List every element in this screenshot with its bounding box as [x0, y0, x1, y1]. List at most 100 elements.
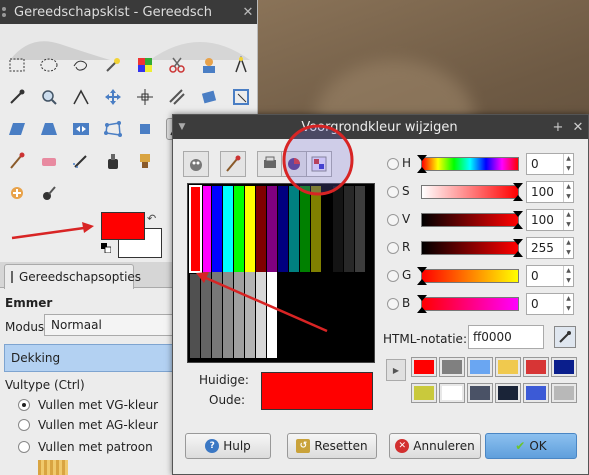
- smudge-icon[interactable]: [38, 182, 60, 204]
- flip-icon[interactable]: [70, 118, 92, 140]
- zoom-icon[interactable]: [38, 86, 60, 108]
- eyedropper-icon[interactable]: [554, 326, 576, 348]
- fill-fg-radio[interactable]: Vullen met VG-kleur: [18, 398, 158, 412]
- free-select-icon[interactable]: [70, 54, 92, 76]
- channel-h-radio[interactable]: [387, 158, 399, 170]
- history-swatch[interactable]: [495, 357, 521, 377]
- channel-r-radio[interactable]: [387, 242, 399, 254]
- history-swatch[interactable]: [411, 357, 437, 377]
- spin-arrows-icon[interactable]: ▲ ▼: [563, 182, 573, 202]
- airbrush-icon[interactable]: [70, 150, 92, 172]
- cage-icon[interactable]: [102, 118, 124, 140]
- cancel-button[interactable]: ✕ Annuleren: [389, 433, 481, 459]
- paths-icon[interactable]: [230, 54, 252, 76]
- gimp-selector-icon[interactable]: [183, 151, 209, 177]
- clone-icon[interactable]: [134, 150, 156, 172]
- add-to-history-icon[interactable]: ▶: [386, 359, 406, 381]
- ellipse-select-icon[interactable]: [38, 54, 60, 76]
- palette-swatch[interactable]: [212, 272, 223, 358]
- fill-pattern-radio[interactable]: Vullen met patroon: [18, 440, 153, 454]
- palette-swatch[interactable]: [267, 272, 278, 358]
- scissors-icon[interactable]: [166, 54, 188, 76]
- palette-swatch[interactable]: [256, 186, 267, 272]
- spin-arrows-icon[interactable]: ▲ ▼: [563, 238, 573, 258]
- palette-swatch[interactable]: [234, 272, 245, 358]
- close-icon[interactable]: ✕: [568, 120, 588, 135]
- palette-selector-icon[interactable]: [306, 151, 332, 177]
- history-swatch[interactable]: [551, 357, 577, 377]
- palette-swatch[interactable]: [201, 186, 212, 272]
- history-swatch[interactable]: [467, 383, 493, 403]
- palette-swatch[interactable]: [201, 272, 212, 358]
- pattern-preview[interactable]: [38, 460, 68, 475]
- crop-icon[interactable]: [166, 86, 188, 108]
- tab-tool-options[interactable]: Gereedschapsopties: [4, 264, 141, 289]
- ok-button[interactable]: ✔ OK: [485, 433, 577, 459]
- channel-s-spin[interactable]: 100 ▲ ▼: [526, 181, 574, 203]
- channel-h-spin[interactable]: 0 ▲ ▼: [526, 153, 574, 175]
- history-swatch[interactable]: [523, 357, 549, 377]
- old-color-swatch[interactable]: [262, 391, 372, 409]
- cmyk-selector-icon[interactable]: [257, 151, 283, 177]
- channel-v-slider[interactable]: [421, 211, 523, 229]
- spin-arrows-icon[interactable]: ▲ ▼: [563, 266, 573, 286]
- channel-g-slider[interactable]: [417, 267, 519, 285]
- grip-icon[interactable]: [2, 7, 8, 17]
- pin-icon[interactable]: +: [548, 120, 568, 135]
- history-swatch[interactable]: [523, 383, 549, 403]
- heal-icon[interactable]: [6, 182, 28, 204]
- channel-v-radio[interactable]: [387, 214, 399, 226]
- perspective-icon[interactable]: [38, 118, 60, 140]
- channel-h-slider[interactable]: [417, 155, 519, 173]
- unified-transform-icon[interactable]: [134, 118, 156, 140]
- shear-icon[interactable]: [6, 118, 28, 140]
- channel-b-slider[interactable]: [417, 295, 519, 313]
- window-menu-icon[interactable]: ▼: [173, 122, 191, 132]
- channel-b-radio[interactable]: [387, 298, 399, 310]
- history-swatch[interactable]: [467, 357, 493, 377]
- palette-swatch[interactable]: [289, 186, 300, 272]
- scale-icon[interactable]: [230, 86, 252, 108]
- default-colors-icon[interactable]: [101, 242, 112, 254]
- spin-arrows-icon[interactable]: ▲ ▼: [563, 294, 573, 314]
- channel-r-spin[interactable]: 255 ▲ ▼: [526, 237, 574, 259]
- rotate-icon[interactable]: [198, 86, 220, 108]
- swap-colors-icon[interactable]: ↶: [147, 212, 156, 225]
- channel-v-spin[interactable]: 100 ▲ ▼: [526, 209, 574, 231]
- palette-swatch[interactable]: [234, 186, 245, 272]
- color-picker-icon[interactable]: [6, 86, 28, 108]
- channel-g-spin[interactable]: 0 ▲ ▼: [526, 265, 574, 287]
- spin-arrows-icon[interactable]: ▲ ▼: [563, 210, 573, 230]
- palette-swatch[interactable]: [223, 272, 234, 358]
- history-swatch[interactable]: [439, 357, 465, 377]
- palette-swatch[interactable]: [267, 186, 278, 272]
- history-swatch[interactable]: [551, 383, 577, 403]
- history-swatch[interactable]: [439, 383, 465, 403]
- ink-icon[interactable]: [102, 150, 124, 172]
- help-button[interactable]: ? Hulp: [185, 433, 271, 459]
- watercolor-selector-icon[interactable]: [220, 151, 246, 177]
- channel-b-spin[interactable]: 0 ▲ ▼: [526, 293, 574, 315]
- spin-arrows-icon[interactable]: ▲ ▼: [563, 154, 573, 174]
- palette-swatch[interactable]: [278, 186, 289, 272]
- palette-swatch[interactable]: [256, 272, 267, 358]
- palette-swatch[interactable]: [344, 186, 355, 272]
- palette-swatch[interactable]: [245, 272, 256, 358]
- measure-icon[interactable]: [70, 86, 92, 108]
- foreground-select-icon[interactable]: [198, 54, 220, 76]
- palette-swatch[interactable]: [212, 186, 223, 272]
- move-icon[interactable]: [102, 86, 124, 108]
- channel-r-slider[interactable]: [421, 239, 523, 257]
- palette-swatch[interactable]: [190, 272, 201, 358]
- palette-swatch[interactable]: [245, 186, 256, 272]
- close-icon[interactable]: ✕: [239, 5, 257, 20]
- channel-g-radio[interactable]: [387, 270, 399, 282]
- history-swatch[interactable]: [411, 383, 437, 403]
- channel-s-slider[interactable]: [421, 183, 523, 201]
- palette-swatch[interactable]: [300, 186, 311, 272]
- palette-swatch[interactable]: [311, 186, 322, 272]
- color-palette-grid[interactable]: [187, 183, 375, 363]
- channel-s-radio[interactable]: [387, 186, 399, 198]
- rect-select-icon[interactable]: [6, 54, 28, 76]
- fill-bg-radio[interactable]: Vullen met AG-kleur: [18, 418, 158, 432]
